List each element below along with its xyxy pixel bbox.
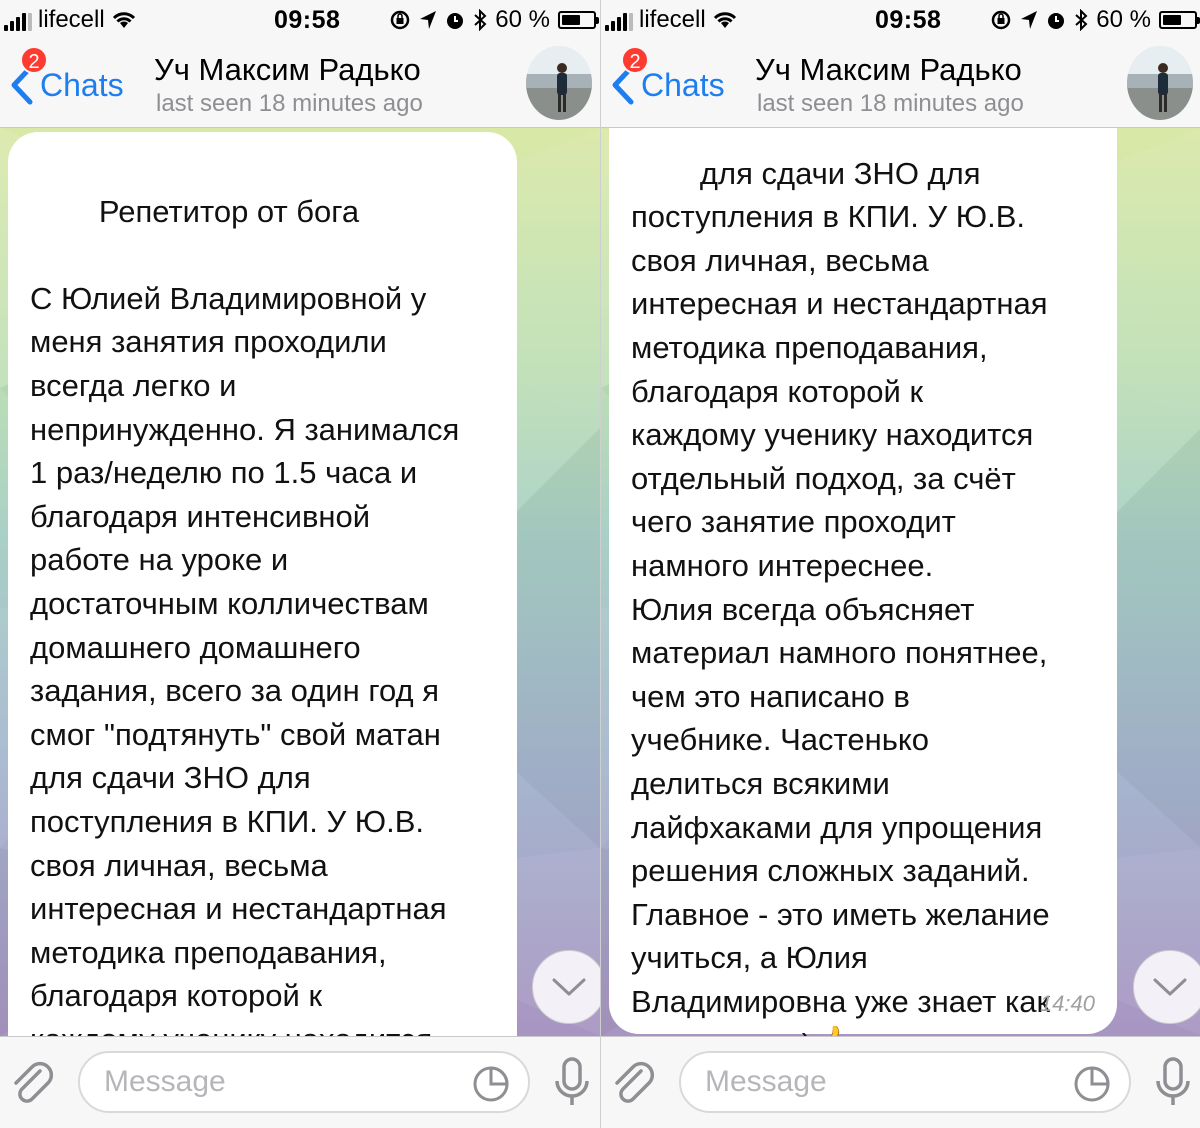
message-input-bar bbox=[601, 1036, 1200, 1128]
unread-badge: 2 bbox=[621, 46, 649, 74]
message-bubble[interactable]: Репетитор от бога С Юлией Владимировной … bbox=[8, 132, 517, 1036]
alarm-icon bbox=[1048, 13, 1065, 29]
right-screen: lifecell 09:58 60 % Chats 2 Уч Максим Ра… bbox=[600, 0, 1200, 1128]
location-icon bbox=[1021, 11, 1038, 29]
sticker-icon[interactable] bbox=[1073, 1065, 1111, 1103]
back-label: Chats bbox=[40, 66, 124, 103]
message-input[interactable] bbox=[705, 1065, 1055, 1099]
chat-header: Chats 2 Уч Максим Радько last seen 18 mi… bbox=[0, 42, 600, 128]
bluetooth-icon bbox=[474, 9, 487, 31]
message-bubble[interactable]: для сдачи ЗНО для поступления в КПИ. У Ю… bbox=[609, 128, 1117, 1036]
location-icon bbox=[420, 11, 437, 29]
status-left: lifecell bbox=[605, 6, 738, 34]
chat-title[interactable]: Уч Максим Радько bbox=[755, 52, 1022, 88]
microphone-icon[interactable] bbox=[1153, 1057, 1193, 1109]
chat-header: Chats 2 Уч Максим Радько last seen 18 mi… bbox=[601, 42, 1200, 128]
message-field[interactable] bbox=[78, 1051, 530, 1113]
battery-percent: 60 % bbox=[495, 6, 550, 33]
status-right: 60 % bbox=[389, 6, 599, 34]
orientation-lock-icon bbox=[992, 10, 1011, 30]
screens: lifecell 09:58 60 % Chats 2 Уч Максим Ра… bbox=[0, 0, 1200, 1128]
scroll-down-button[interactable] bbox=[1133, 950, 1200, 1024]
message-input-bar bbox=[0, 1036, 600, 1128]
status-bar: lifecell 09:58 60 % bbox=[0, 0, 600, 42]
status-left: lifecell bbox=[4, 6, 137, 34]
last-seen-status: last seen 18 minutes ago bbox=[757, 90, 1024, 117]
message-input[interactable] bbox=[104, 1065, 454, 1099]
carrier-label: lifecell bbox=[38, 6, 105, 33]
battery-percent: 60 % bbox=[1096, 6, 1151, 33]
status-bar: lifecell 09:58 60 % bbox=[601, 0, 1200, 42]
chevron-down-icon bbox=[552, 978, 586, 996]
chat-area[interactable]: Репетитор от бога С Юлией Владимировной … bbox=[0, 128, 600, 1036]
microphone-icon[interactable] bbox=[552, 1057, 592, 1109]
avatar[interactable] bbox=[1127, 46, 1193, 120]
battery-icon bbox=[558, 11, 599, 29]
bluetooth-icon bbox=[1075, 9, 1088, 31]
last-seen-status: last seen 18 minutes ago bbox=[156, 90, 423, 117]
message-text: Репетитор от бога С Юлией Владимировной … bbox=[30, 193, 460, 1036]
alarm-icon bbox=[447, 13, 464, 29]
chevron-down-icon bbox=[1153, 978, 1187, 996]
paperclip-icon[interactable] bbox=[611, 1059, 657, 1109]
wifi-icon bbox=[713, 12, 736, 28]
chat-area[interactable]: для сдачи ЗНО для поступления в КПИ. У Ю… bbox=[601, 128, 1200, 1036]
message-time: 14:40 bbox=[1039, 991, 1095, 1017]
chat-title[interactable]: Уч Максим Радько bbox=[154, 52, 421, 88]
sticker-icon[interactable] bbox=[472, 1065, 510, 1103]
orientation-lock-icon bbox=[391, 10, 410, 30]
left-screen: lifecell 09:58 60 % Chats 2 Уч Максим Ра… bbox=[0, 0, 600, 1128]
battery-icon bbox=[1159, 11, 1200, 29]
carrier-label: lifecell bbox=[639, 6, 706, 33]
back-label: Chats bbox=[641, 66, 725, 103]
battery-fill bbox=[562, 15, 580, 25]
status-time: 09:58 bbox=[875, 6, 942, 34]
status-right: 60 % bbox=[990, 6, 1200, 34]
status-time: 09:58 bbox=[274, 6, 341, 34]
unread-badge: 2 bbox=[20, 46, 48, 74]
avatar[interactable] bbox=[526, 46, 592, 120]
battery-fill bbox=[1163, 15, 1181, 25]
message-field[interactable] bbox=[679, 1051, 1131, 1113]
wifi-icon bbox=[112, 12, 135, 28]
scroll-down-button[interactable] bbox=[532, 950, 600, 1024]
paperclip-icon[interactable] bbox=[10, 1059, 56, 1109]
message-text: для сдачи ЗНО для поступления в КПИ. У Ю… bbox=[631, 155, 1051, 1036]
thumbs-up-emoji: 👍 bbox=[812, 1023, 854, 1036]
signal-icon bbox=[4, 9, 32, 31]
signal-icon bbox=[605, 9, 633, 31]
